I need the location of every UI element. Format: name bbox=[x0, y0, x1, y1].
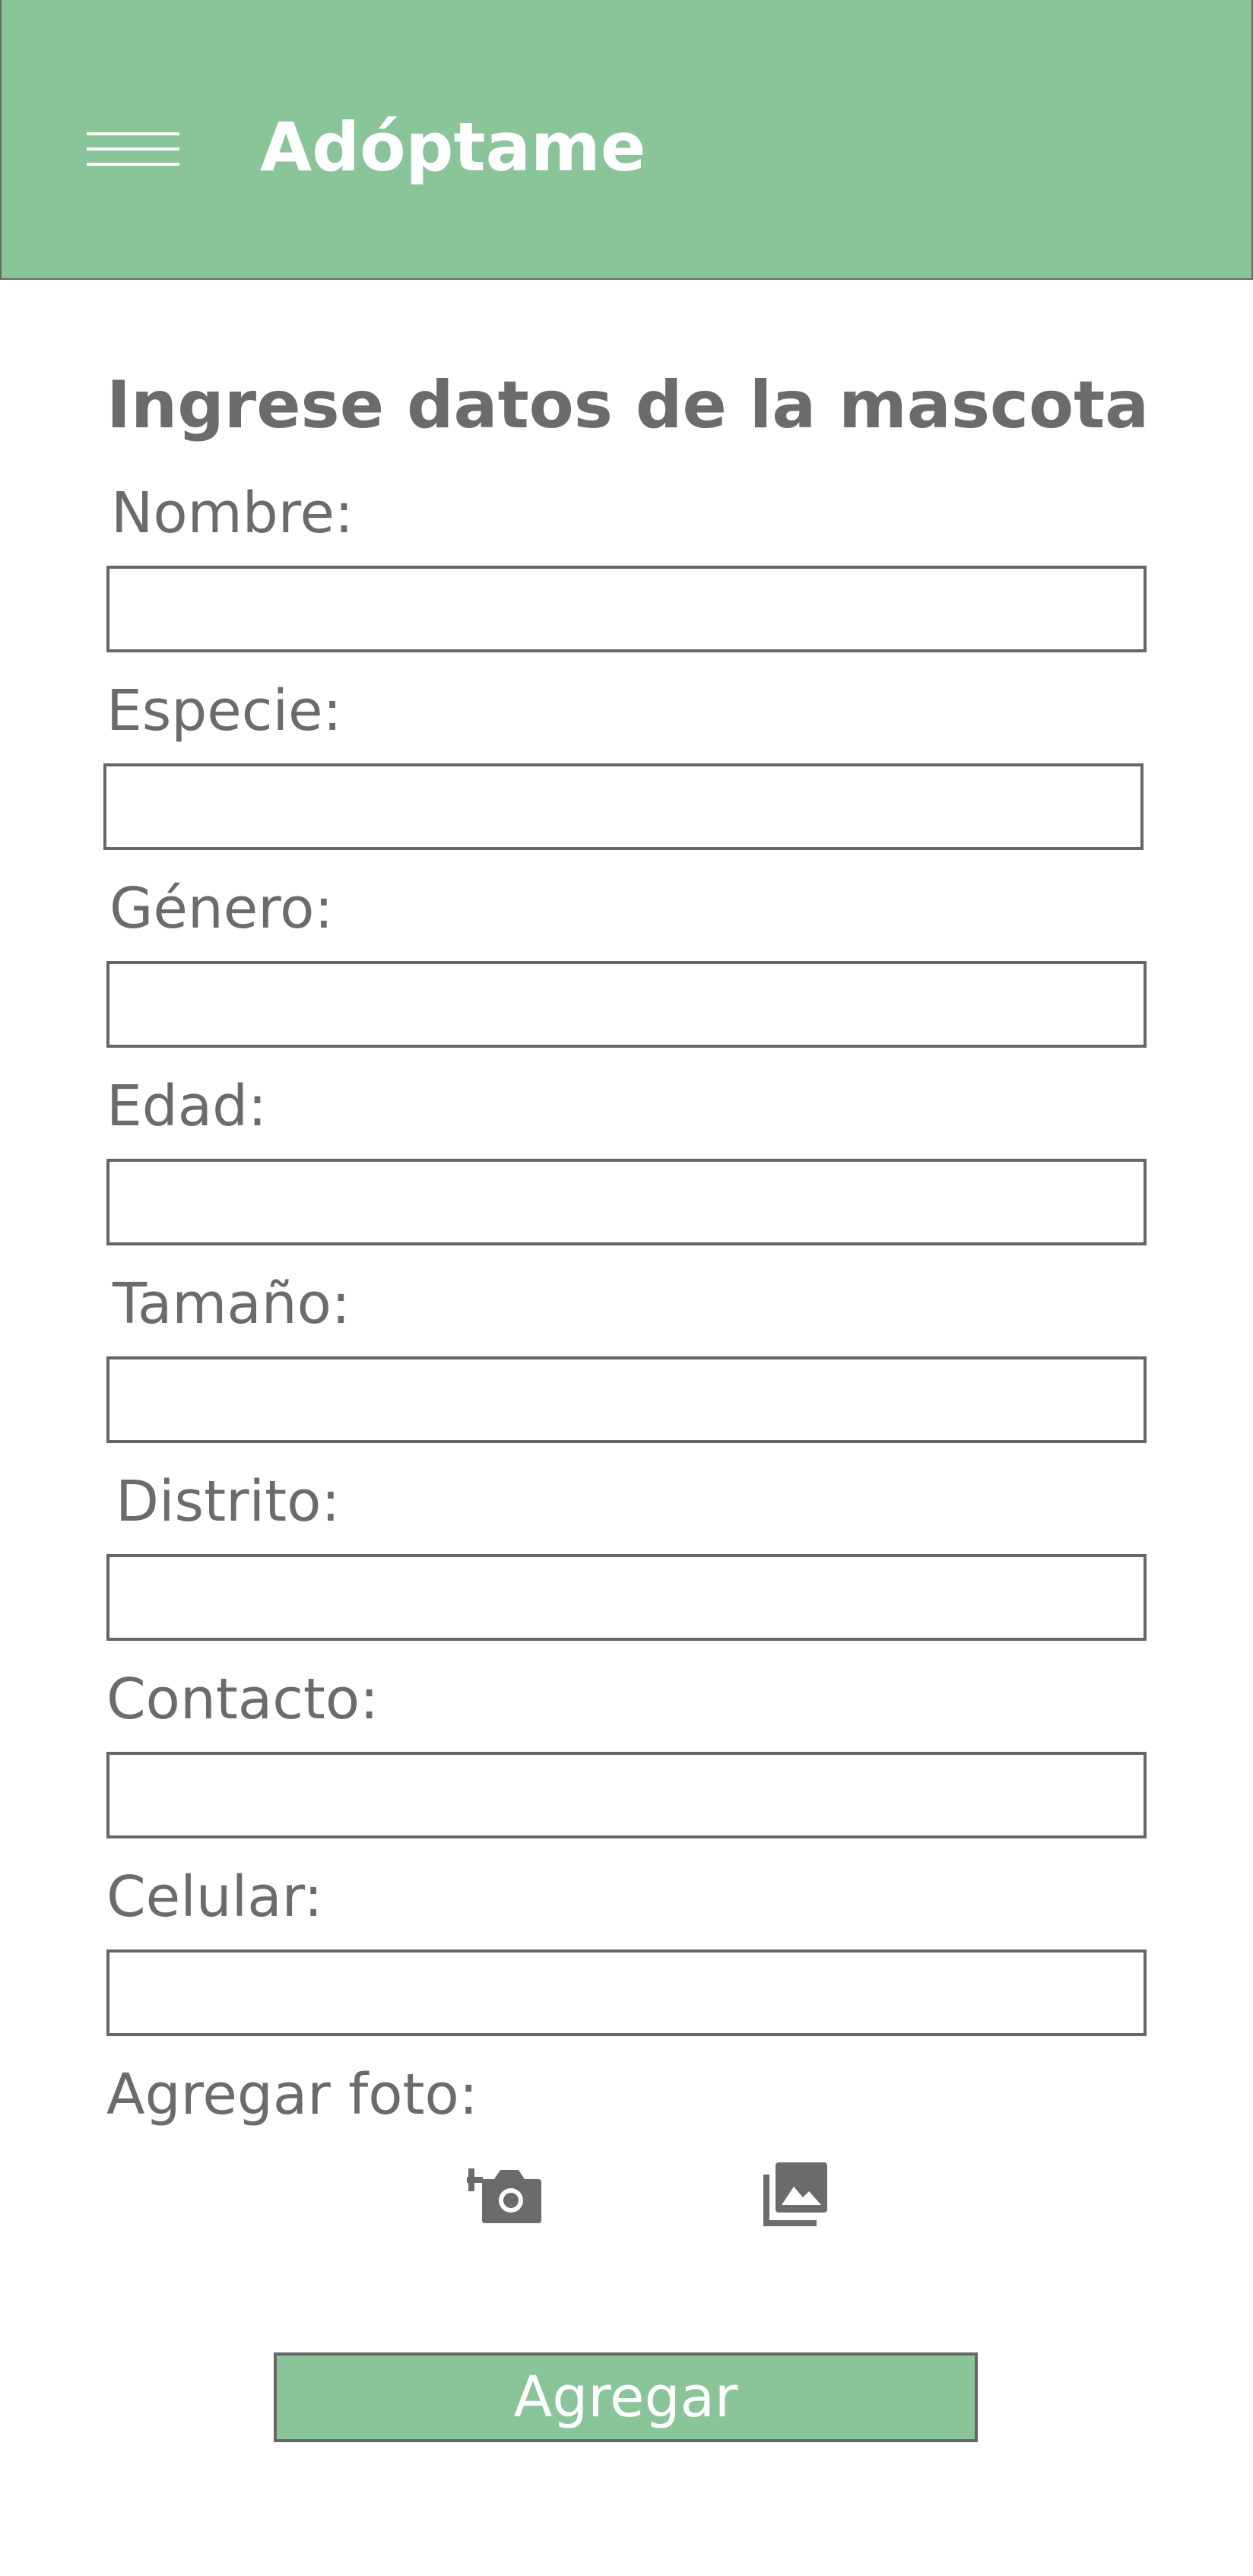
genero-input[interactable] bbox=[106, 961, 1147, 1048]
tamano-input[interactable] bbox=[106, 1356, 1147, 1443]
app-title: Adóptame bbox=[260, 108, 646, 186]
photo-gallery-icon[interactable] bbox=[763, 2161, 829, 2226]
genero-label: Género: bbox=[109, 876, 334, 941]
distrito-input[interactable] bbox=[106, 1554, 1147, 1641]
nombre-label: Nombre: bbox=[111, 481, 354, 546]
especie-label: Especie: bbox=[106, 678, 342, 744]
tamano-label: Tamaño: bbox=[113, 1271, 351, 1337]
app-header: Adóptame bbox=[0, 0, 1253, 280]
celular-label: Celular: bbox=[106, 1864, 323, 1930]
form-heading: Ingrese datos de la mascota bbox=[106, 367, 1150, 443]
celular-input[interactable] bbox=[106, 1949, 1147, 2036]
distrito-label: Distrito: bbox=[116, 1469, 341, 1534]
agregar-button[interactable]: Agregar bbox=[274, 2352, 978, 2442]
contacto-input[interactable] bbox=[106, 1752, 1147, 1838]
edad-label: Edad: bbox=[106, 1074, 267, 1139]
nombre-input[interactable] bbox=[106, 566, 1147, 652]
edad-input[interactable] bbox=[106, 1159, 1147, 1245]
especie-input[interactable] bbox=[103, 763, 1144, 850]
add-photo-camera-icon[interactable] bbox=[467, 2156, 543, 2225]
add-photo-label: Agregar foto: bbox=[106, 2062, 478, 2127]
contacto-label: Contacto: bbox=[106, 1667, 379, 1732]
hamburger-menu-icon[interactable] bbox=[87, 132, 179, 166]
